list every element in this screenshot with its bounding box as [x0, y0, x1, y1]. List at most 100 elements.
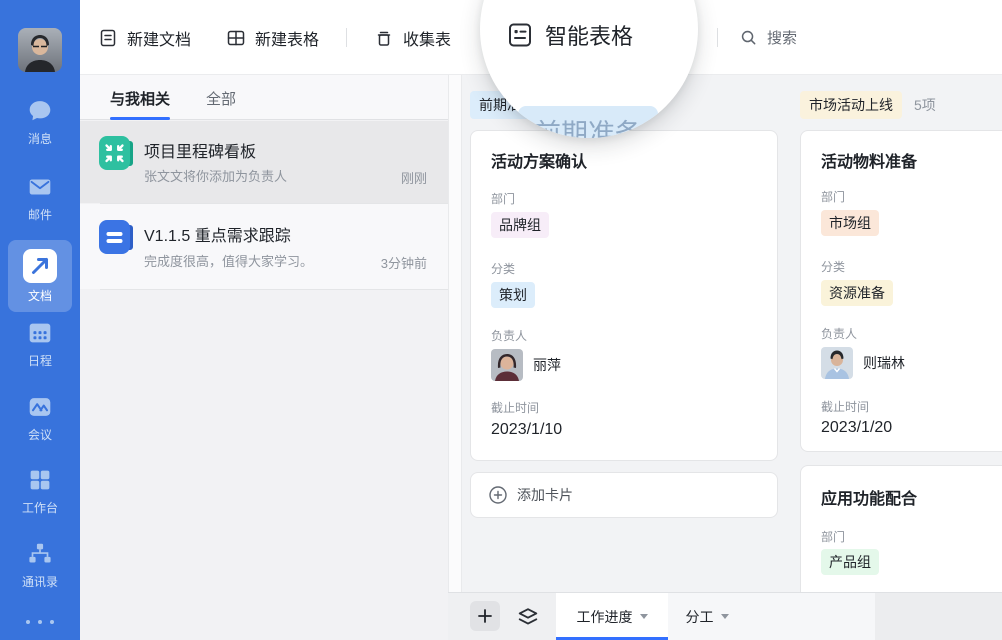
collect-form-label: 收集表 [403, 26, 451, 50]
card-title: 应用功能配合 [821, 485, 917, 509]
chevron-down-icon [721, 614, 729, 619]
smart-table-label: 智能表格 [545, 19, 633, 51]
document-icon [98, 219, 134, 255]
panel-scrollbar-gutter[interactable] [448, 75, 462, 640]
sidebar-item-label: 会议 [28, 429, 52, 441]
field-label: 分类 [491, 260, 515, 277]
sidebar-item-label: 通讯录 [22, 576, 58, 588]
user-avatar[interactable] [18, 28, 62, 72]
due-date-value: 2023/1/10 [491, 421, 562, 439]
sidebar-item-meetings[interactable]: 会议 [0, 392, 80, 441]
sidebar-item-contacts[interactable]: 通讯录 [0, 539, 80, 588]
list-item-subtitle: 张文文将你添加为负责人 [144, 166, 287, 185]
sidebar-item-mail[interactable]: 邮件 [0, 172, 80, 221]
field-badge: 市场组 [821, 210, 879, 236]
tab-all[interactable]: 全部 [206, 88, 236, 109]
new-sheet-label: 新建表格 [255, 26, 319, 50]
new-doc-button[interactable]: 新建文档 [98, 0, 191, 75]
field-badge: 策划 [491, 282, 535, 308]
user-avatar-photo [18, 28, 62, 72]
bar-right-filler [875, 593, 1002, 640]
sidebar-item-label: 日程 [28, 355, 52, 367]
card-title: 活动物料准备 [821, 148, 917, 172]
doc-list-panel: 与我相关 全部 项目里程碑看板 张文文将你添加为负责人 刚刚 [80, 75, 448, 640]
column-header-launch[interactable]: 市场活动上线 5项 [800, 91, 936, 119]
sidebar-item-label: 邮件 [28, 209, 52, 221]
person-name: 则瑞林 [863, 353, 905, 373]
magnified-column-badge: 前期准备 [518, 106, 658, 138]
sidebar-item-messages[interactable]: 消息 [0, 96, 80, 145]
person-field: 则瑞林 [821, 347, 905, 379]
column-card-count: 5项 [914, 95, 936, 115]
add-card-label: 添加卡片 [517, 485, 573, 505]
collect-box-icon [374, 28, 394, 48]
field-label: 部门 [821, 528, 845, 545]
smart-table-icon [506, 21, 534, 49]
envelope-icon [25, 172, 55, 202]
view-tab-division[interactable]: 分工 [668, 593, 746, 640]
field-badge: 资源准备 [821, 280, 893, 306]
person-avatar [491, 349, 523, 381]
smart-table-button[interactable]: 智能表格 [506, 19, 633, 51]
kanban-board: 前期准备 活动方案确认 部门 品牌组 分类 策划 负责人 丽萍 截 [462, 75, 1002, 592]
toolbar-divider [717, 28, 718, 47]
view-tab-label: 工作进度 [577, 607, 633, 627]
collect-form-button[interactable]: 收集表 [374, 0, 451, 75]
field-label: 部门 [821, 188, 845, 205]
field-badge: 产品组 [821, 549, 879, 575]
tab-related-to-me[interactable]: 与我相关 [110, 88, 170, 109]
workbench-grid-icon [25, 465, 55, 495]
active-tab-underline [110, 117, 170, 120]
toolbar-divider [346, 28, 347, 47]
kanban-board-icon [98, 135, 134, 171]
view-tab-progress[interactable]: 工作进度 [556, 593, 668, 640]
person-avatar [821, 347, 853, 379]
sidebar-more-button[interactable] [0, 618, 80, 626]
list-item[interactable]: 项目里程碑看板 张文文将你添加为负责人 刚刚 [80, 121, 448, 203]
plus-icon [477, 608, 493, 624]
list-item-subtitle: 完成度很高，值得大家学习。 [144, 251, 313, 270]
view-list-button[interactable] [514, 603, 542, 631]
field-label: 负责人 [491, 327, 527, 344]
kanban-card[interactable]: 活动物料准备 部门 市场组 分类 资源准备 负责人 则瑞林 截止时间 [800, 130, 1002, 452]
list-item[interactable]: V1.1.5 重点需求跟踪 完成度很高，值得大家学习。 3分钟前 [80, 204, 448, 289]
ellipsis-icon [23, 618, 57, 626]
list-item-title: V1.1.5 重点需求跟踪 [144, 222, 291, 246]
chevron-down-icon [640, 614, 648, 619]
sidebar-item-label: 文档 [28, 290, 52, 302]
add-card-button[interactable]: 添加卡片 [470, 472, 778, 518]
sidebar-item-workbench[interactable]: 工作台 [0, 465, 80, 514]
list-item-time: 刚刚 [401, 168, 427, 187]
field-label: 负责人 [821, 325, 857, 342]
new-doc-label: 新建文档 [127, 26, 191, 50]
sidebar-item-docs[interactable]: 文档 [8, 240, 72, 312]
new-doc-icon [98, 28, 118, 48]
plus-circle-icon [489, 486, 507, 504]
sidebar-item-label: 消息 [28, 133, 52, 145]
layers-icon [516, 605, 540, 629]
list-divider [100, 289, 448, 290]
field-label: 截止时间 [491, 399, 539, 416]
person-name: 丽萍 [533, 355, 561, 375]
docs-icon [23, 249, 57, 283]
list-item-time: 3分钟前 [381, 253, 427, 272]
chat-bubble-icon [25, 96, 55, 126]
add-view-button[interactable] [470, 601, 500, 631]
card-title: 活动方案确认 [491, 148, 587, 172]
view-tab-label: 分工 [686, 607, 714, 627]
kanban-card[interactable]: 活动方案确认 部门 品牌组 分类 策划 负责人 丽萍 截止时间 2023/1/1… [470, 130, 778, 461]
meeting-icon [25, 392, 55, 422]
person-field: 丽萍 [491, 349, 561, 381]
panel-tabs: 与我相关 全部 [80, 75, 448, 120]
sidebar-item-calendar[interactable]: 日程 [0, 318, 80, 367]
list-item-title: 项目里程碑看板 [144, 138, 256, 162]
new-sheet-button[interactable]: 新建表格 [226, 0, 319, 75]
search-button[interactable]: 搜索 [739, 0, 797, 75]
org-chart-icon [25, 539, 55, 569]
calendar-icon [25, 318, 55, 348]
search-icon [739, 28, 758, 47]
field-label: 截止时间 [821, 398, 869, 415]
sidebar: 消息 邮件 文档 日程 [0, 0, 80, 640]
field-label: 分类 [821, 258, 845, 275]
sidebar-item-label: 工作台 [22, 502, 58, 514]
